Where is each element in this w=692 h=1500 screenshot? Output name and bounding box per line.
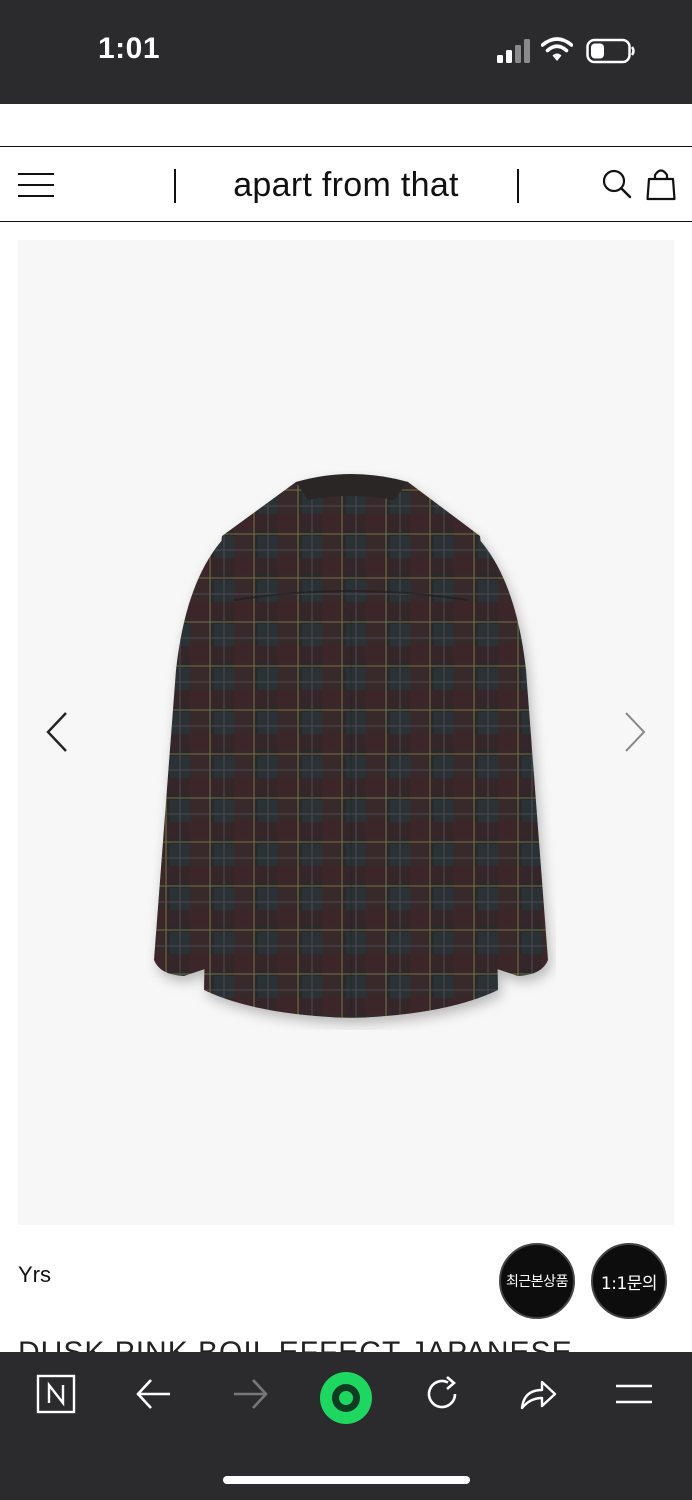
product-image[interactable] xyxy=(18,240,674,1225)
status-time: 1:01 xyxy=(98,32,161,65)
shopping-bag-icon[interactable] xyxy=(646,167,676,201)
back-arrow-icon[interactable] xyxy=(134,1374,174,1414)
header-divider-left xyxy=(174,169,176,203)
site-header: apart from that xyxy=(0,146,692,222)
header-divider-right xyxy=(517,169,519,203)
browser-toolbar xyxy=(0,1352,692,1500)
product-title: DUSK PINK BOIL EFFECT JAPANESE xyxy=(18,1334,674,1352)
top-spacer xyxy=(0,104,692,146)
toolbar-menu-icon[interactable] xyxy=(614,1374,654,1414)
plaid-shirt-image xyxy=(154,474,548,1018)
site-logo[interactable]: apart from that xyxy=(190,166,502,205)
home-circle-icon[interactable] xyxy=(318,1370,374,1426)
battery-icon xyxy=(586,38,635,64)
reload-icon[interactable] xyxy=(422,1374,462,1414)
search-icon[interactable] xyxy=(602,169,632,199)
naver-icon[interactable] xyxy=(36,1374,76,1414)
forward-arrow-icon[interactable] xyxy=(230,1374,270,1414)
recently-viewed-button[interactable]: 최근본상품 xyxy=(499,1243,575,1319)
wifi-icon xyxy=(541,37,573,61)
menu-icon[interactable] xyxy=(18,172,54,198)
home-indicator[interactable] xyxy=(223,1476,470,1484)
cellular-signal-icon xyxy=(497,39,530,63)
inquiry-button[interactable]: 1:1문의 xyxy=(591,1243,667,1319)
share-icon[interactable] xyxy=(518,1374,558,1414)
status-bar: 1:01 xyxy=(0,0,692,104)
brand-name[interactable]: Yrs xyxy=(18,1262,51,1288)
chevron-left-icon[interactable] xyxy=(44,710,74,754)
chevron-right-icon[interactable] xyxy=(618,710,648,754)
